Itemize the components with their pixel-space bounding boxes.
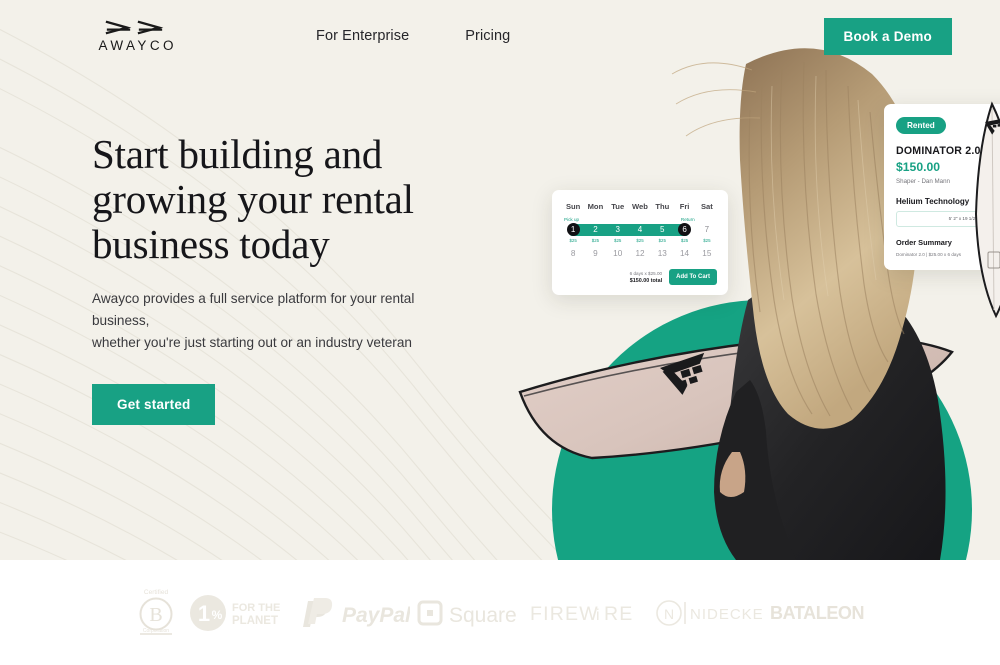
calendar-price-7: $25 xyxy=(703,238,711,243)
logo-wordmark: AWAYCO xyxy=(98,37,177,53)
partner-logo-one-percent-for-the-planet[interactable]: 1 % FOR THE PLANET xyxy=(188,593,292,633)
nav-item-for-enterprise[interactable]: For Enterprise xyxy=(316,28,409,44)
calendar-price-3: $25 xyxy=(614,238,622,243)
partner-logo-nidecker[interactable]: N NIDECKER xyxy=(654,598,764,628)
calendar-dow-sat: Sat xyxy=(700,202,713,211)
calendar-price-6: $25 xyxy=(680,238,689,243)
calendar-day-10[interactable]: 10 xyxy=(607,245,629,262)
calendar-day-2[interactable]: 2 xyxy=(584,222,606,237)
calendar-tag-spacer-1 xyxy=(584,214,606,222)
hero-title-line-1: Start building and xyxy=(92,131,383,177)
awayco-chevrons-logo-icon xyxy=(105,20,164,35)
svg-text:Corporation: Corporation xyxy=(143,628,169,634)
calendar-day-headers: Sun Mon Tue Web Thu Fri Sat xyxy=(562,202,718,214)
calendar-dow-mon: Mon xyxy=(587,202,604,211)
hero-title-line-2: growing your rental xyxy=(92,176,414,222)
calendar-range-tags: Pick up Return xyxy=(562,214,718,222)
status-badge-rented: Rented xyxy=(896,117,946,134)
nav-item-pricing[interactable]: Pricing xyxy=(465,28,510,44)
calendar-day-6[interactable]: 6 xyxy=(673,222,695,237)
calendar-dow-fri: Fri xyxy=(679,202,690,211)
bataleon-logo-icon: BATALEON xyxy=(770,603,865,623)
calendar-day-12[interactable]: 12 xyxy=(629,245,651,262)
calendar-tag-spacer-2 xyxy=(607,214,629,222)
calendar-day-7[interactable]: 7 xyxy=(696,222,718,237)
calendar-summary-days: 6 days x $25.00 xyxy=(629,270,663,276)
partner-logo-square[interactable]: Square xyxy=(416,597,524,629)
svg-text:N: N xyxy=(664,606,674,622)
calendar-day-9[interactable]: 9 xyxy=(584,245,606,262)
calendar-day-1[interactable]: 1 xyxy=(562,222,584,237)
svg-text:B: B xyxy=(149,604,162,626)
calendar-price-1: $25 xyxy=(569,238,577,243)
calendar-week-1-prices: $25 $25 $25 $25 $25 $25 $25 xyxy=(562,237,718,245)
svg-text:Square: Square xyxy=(449,604,517,627)
add-to-cart-button[interactable]: Add To Cart xyxy=(669,269,717,285)
square-logo-icon: Square xyxy=(417,600,517,627)
surfboard-product-image xyxy=(974,101,1000,319)
partner-logo-firewire[interactable]: FIREW i RE xyxy=(530,599,648,627)
svg-text:RE: RE xyxy=(604,603,634,625)
book-a-demo-button[interactable]: Book a Demo xyxy=(823,17,952,55)
hero-subtitle: Awayco provides a full service platform … xyxy=(92,288,462,354)
calendar-day-5[interactable]: 5 xyxy=(651,222,673,237)
svg-text:FIREW: FIREW xyxy=(530,603,599,625)
calendar-day-15[interactable]: 15 xyxy=(696,245,718,262)
calendar-dow-tue: Tue xyxy=(611,202,625,211)
calendar-week-1: 1 2 3 4 5 6 7 xyxy=(562,222,718,237)
page-title: Start building and growing your rental b… xyxy=(92,132,512,267)
partner-logo-paypal[interactable]: PayPal xyxy=(298,596,410,630)
calendar-dow-web: Web xyxy=(632,202,648,211)
booking-calendar-card[interactable]: Sun Mon Tue Web Thu Fri Sat Pick up Retu… xyxy=(552,190,728,295)
calendar-pickup-tag-cell: Pick up xyxy=(562,214,584,222)
svg-text:Certified: Certified xyxy=(144,589,169,596)
nidecker-logo-icon: N NIDECKER xyxy=(656,599,764,626)
awayco-logo[interactable]: AWAYCO xyxy=(88,20,184,53)
hero-subtitle-line-2: whether you're just starting out or an i… xyxy=(92,335,412,350)
calendar-return-tag-cell: Return xyxy=(673,214,695,222)
calendar-day-3[interactable]: 3 xyxy=(607,222,629,237)
calendar-tag-spacer-3 xyxy=(629,214,651,222)
svg-text:PLANET: PLANET xyxy=(232,615,278,627)
site-header: AWAYCO For Enterprise Pricing Book a Dem… xyxy=(0,0,1000,72)
calendar-dow-sun: Sun xyxy=(565,202,581,211)
b-corp-logo-icon: Certified B Corporation xyxy=(139,589,173,635)
svg-text:1: 1 xyxy=(198,601,210,626)
calendar-day-13[interactable]: 13 xyxy=(651,245,673,262)
calendar-summary-total: $150.00 total xyxy=(629,277,663,284)
svg-text:NIDECKER: NIDECKER xyxy=(690,606,764,623)
partner-logo-bataleon[interactable]: BATALEON xyxy=(770,600,870,626)
svg-text:BATALEON: BATALEON xyxy=(770,603,864,623)
partner-logo-band: Certified B Corporation 1 % FOR THE PLAN… xyxy=(0,560,1000,665)
calendar-day-14[interactable]: 14 xyxy=(673,245,695,262)
one-percent-planet-logo-icon: 1 % FOR THE PLANET xyxy=(190,594,280,631)
calendar-tag-spacer-5 xyxy=(696,214,718,222)
svg-text:%: % xyxy=(212,608,223,622)
landing-page: AWAYCO For Enterprise Pricing Book a Dem… xyxy=(0,0,1000,665)
svg-text:PayPal: PayPal xyxy=(342,604,410,627)
calendar-dow-thu: Thu xyxy=(655,202,670,211)
calendar-tag-spacer-4 xyxy=(651,214,673,222)
hero-subtitle-line-1: Awayco provides a full service platform … xyxy=(92,291,415,328)
get-started-button[interactable]: Get started xyxy=(92,384,216,425)
hero-section: Start building and growing your rental b… xyxy=(92,132,512,425)
partner-logo-b-corp[interactable]: Certified B Corporation xyxy=(130,585,182,641)
svg-text:FOR THE: FOR THE xyxy=(232,602,280,614)
calendar-week-2: 8 9 10 12 13 14 15 xyxy=(562,245,718,262)
calendar-price-4: $25 xyxy=(636,238,644,243)
paypal-logo-icon: PayPal xyxy=(303,597,410,627)
calendar-price-2: $25 xyxy=(591,238,600,243)
calendar-price-summary: 6 days x $25.00 $150.00 total xyxy=(630,270,662,285)
hero-title-line-3: business today xyxy=(92,221,330,267)
firewire-logo-icon: FIREW i RE xyxy=(530,603,634,625)
calendar-footer: 6 days x $25.00 $150.00 total Add To Car… xyxy=(562,269,718,285)
calendar-day-8[interactable]: 8 xyxy=(562,245,584,262)
calendar-price-5: $25 xyxy=(658,238,666,243)
primary-nav: For Enterprise Pricing xyxy=(316,28,510,44)
svg-text:i: i xyxy=(596,607,601,624)
calendar-day-4[interactable]: 4 xyxy=(629,222,651,237)
